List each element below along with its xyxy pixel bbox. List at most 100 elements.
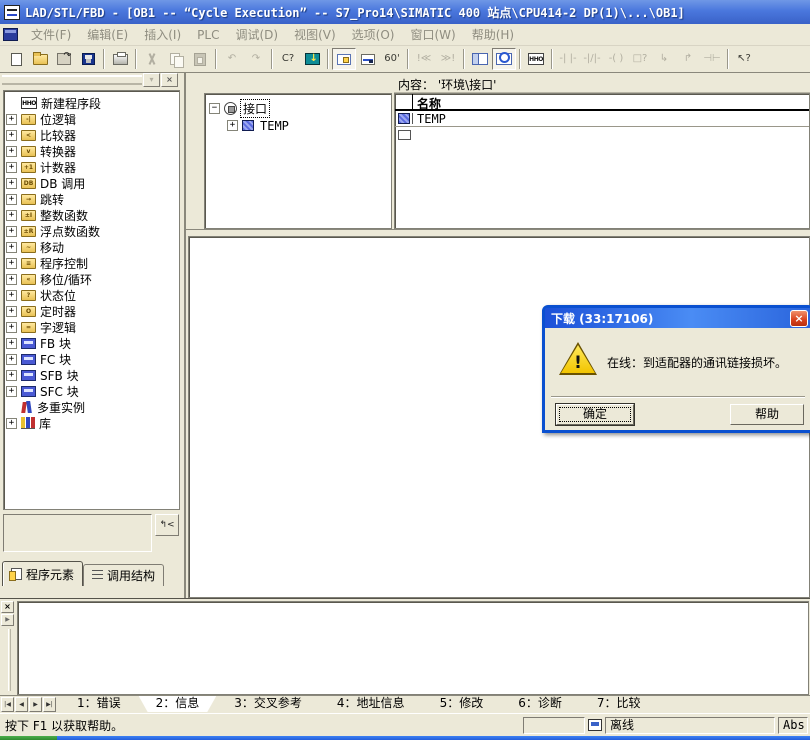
next-error-button[interactable]: ≫! (436, 48, 460, 70)
previous-error-button[interactable]: !≪ (412, 48, 436, 70)
output-gripper[interactable] (8, 629, 11, 691)
expand-icon[interactable]: + (6, 242, 17, 253)
paste-button[interactable] (188, 48, 212, 70)
tab-address-info[interactable]: 4：地址信息 (320, 696, 422, 712)
open-branch-button[interactable]: ↳ (652, 48, 676, 70)
file-menu[interactable]: 文件(F) (24, 24, 78, 45)
sidebar-item-sfc-blocks[interactable]: +SFC 块 (6, 383, 179, 399)
tab-call-structure[interactable]: 调用结构 (83, 564, 164, 586)
output-close-button[interactable]: × (1, 601, 14, 613)
expand-icon[interactable]: + (6, 290, 17, 301)
mdi-child-icon[interactable] (3, 28, 18, 41)
contact-nc-button[interactable]: -|/|- (580, 48, 604, 70)
tab-errors[interactable]: 1：错误 (60, 696, 138, 712)
sidebar-close-button[interactable]: × (161, 73, 178, 87)
sidebar-item-libraries[interactable]: +库 (6, 415, 179, 431)
start-button-sliver[interactable] (0, 736, 57, 740)
sidebar-item-jump[interactable]: +→跳转 (6, 191, 179, 207)
sidebar-item-comparator[interactable]: +<比较器 (6, 127, 179, 143)
edit-menu[interactable]: 编辑(E) (80, 24, 135, 45)
sidebar-item-new-network[interactable]: HHO新建程序段 (6, 95, 179, 111)
detail-window-button[interactable] (492, 48, 516, 70)
sidebar-item-float-functions[interactable]: +±R浮点数函数 (6, 223, 179, 239)
sidebar-item-move[interactable]: +~移动 (6, 239, 179, 255)
expand-icon[interactable]: + (6, 210, 17, 221)
overview-toggle-button[interactable] (332, 48, 356, 70)
sidebar-item-fc-blocks[interactable]: +FC 块 (6, 351, 179, 367)
symbol-info-button[interactable]: C? (276, 48, 300, 70)
expand-icon[interactable]: + (6, 354, 17, 365)
expand-icon[interactable]: + (6, 226, 17, 237)
interface-tree-pane[interactable]: −接口+TEMP (204, 93, 392, 229)
sidebar-item-sfb-blocks[interactable]: +SFB 块 (6, 367, 179, 383)
tab-modify[interactable]: 5：修改 (423, 696, 501, 712)
message-output-area[interactable] (17, 601, 809, 695)
close-branch-button[interactable]: ↱ (676, 48, 700, 70)
empty-box-button[interactable]: □? (628, 48, 652, 70)
open-button[interactable] (28, 48, 52, 70)
new-network-button[interactable]: HHO (524, 48, 548, 70)
sidebar-dropdown-button[interactable]: ▾ (143, 73, 160, 87)
expand-icon[interactable]: + (6, 130, 17, 141)
dialog-close-button[interactable]: × (790, 310, 808, 327)
output-expand-button[interactable]: ▶ (1, 614, 14, 626)
expand-icon[interactable]: + (6, 146, 17, 157)
expand-icon[interactable]: + (6, 386, 17, 397)
tab-cross-reference[interactable]: 3：交叉参考 (217, 696, 319, 712)
expand-icon[interactable]: + (6, 274, 17, 285)
sidebar-item-shift-rotate[interactable]: +«移位/循环 (6, 271, 179, 287)
expand-icon[interactable]: + (6, 306, 17, 317)
tab-program-elements[interactable]: 程序元素 (2, 561, 83, 586)
sidebar-item-integer-functions[interactable]: +±I整数函数 (6, 207, 179, 223)
next-message-button[interactable]: ▶ (29, 697, 42, 712)
expand-icon[interactable]: − (209, 103, 220, 114)
temp-node[interactable]: +TEMP (209, 117, 391, 134)
catalog-window-button[interactable] (468, 48, 492, 70)
sidebar-item-counter[interactable]: ++1计数器 (6, 159, 179, 175)
sidebar-item-timers[interactable]: +O定时器 (6, 303, 179, 319)
copy-button[interactable] (164, 48, 188, 70)
cut-button[interactable] (140, 48, 164, 70)
help-menu[interactable]: 帮助(H) (465, 24, 521, 45)
sidebar-item-db-call[interactable]: +DBDB 调用 (6, 175, 179, 191)
window-menu[interactable]: 窗口(W) (403, 24, 462, 45)
tab-diagnostics[interactable]: 6：诊断 (501, 696, 579, 712)
expand-icon[interactable]: + (6, 338, 17, 349)
expand-icon[interactable]: + (6, 114, 17, 125)
tab-info[interactable]: 2：信息 (139, 696, 217, 712)
first-message-button[interactable]: |◀ (1, 697, 14, 712)
expand-icon[interactable]: + (6, 194, 17, 205)
table-row[interactable] (395, 127, 809, 143)
expand-icon[interactable]: + (6, 178, 17, 189)
expand-icon[interactable]: + (6, 258, 17, 269)
open-online-button[interactable] (52, 48, 76, 70)
help-pointer-button[interactable]: ↖? (732, 48, 756, 70)
insert-menu[interactable]: 插入(I) (137, 24, 188, 45)
declaration-splitter[interactable] (186, 229, 810, 236)
sidebar-item-program-control[interactable]: +≡程序控制 (6, 255, 179, 271)
ok-button[interactable]: 确定 (556, 404, 634, 425)
interface-node[interactable]: −接口 (209, 100, 391, 117)
monitor-button[interactable]: 60' (380, 48, 404, 70)
plc-menu[interactable]: PLC (190, 26, 226, 44)
table-row[interactable]: TEMP (395, 111, 809, 127)
sidebar-item-word-logic[interactable]: +=字逻辑 (6, 319, 179, 335)
expand-icon[interactable]: + (227, 120, 238, 131)
connector-button[interactable]: ⊣⊢ (700, 48, 724, 70)
new-button[interactable] (4, 48, 28, 70)
save-button[interactable] (76, 48, 100, 70)
view-menu[interactable]: 视图(V) (287, 24, 343, 45)
redo-button[interactable]: ↷ (244, 48, 268, 70)
tab-compare[interactable]: 7：比较 (580, 696, 658, 712)
dialog-title-bar[interactable]: 下载 (33:17106) × (545, 308, 810, 328)
sidebar-item-bit-logic[interactable]: +-|位逻辑 (6, 111, 179, 127)
sidebar-item-status-bits[interactable]: +?状态位 (6, 287, 179, 303)
maximize-overview-button[interactable]: ↰< (155, 514, 179, 536)
last-message-button[interactable]: ▶| (43, 697, 56, 712)
previous-message-button[interactable]: ◀ (15, 697, 28, 712)
coil-button[interactable]: -( ) (604, 48, 628, 70)
options-menu[interactable]: 选项(O) (345, 24, 402, 45)
download-button[interactable] (300, 48, 324, 70)
sidebar-item-multi-instance[interactable]: 多重实例 (6, 399, 179, 415)
sidebar-item-converter[interactable]: +v转换器 (6, 143, 179, 159)
